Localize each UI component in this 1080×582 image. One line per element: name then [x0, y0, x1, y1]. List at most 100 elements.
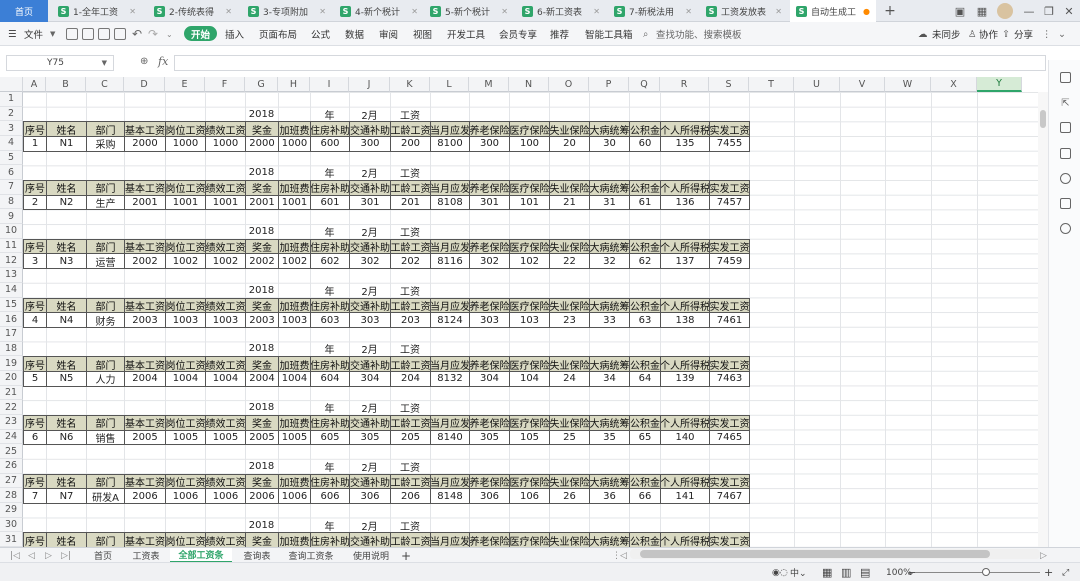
header-cell[interactable]: 当月应发	[430, 180, 470, 196]
data-cell[interactable]: 203	[390, 312, 431, 328]
row-header-10[interactable]: 10	[0, 224, 23, 239]
data-cell[interactable]: 303	[469, 312, 510, 328]
header-cell[interactable]: 个人所得税	[660, 121, 710, 138]
close-icon[interactable]: ✕	[593, 7, 600, 16]
apps-icon[interactable]: ▦	[972, 0, 992, 22]
data-cell[interactable]: 1005	[165, 429, 206, 446]
header-cell[interactable]: 大病统筹	[589, 414, 630, 431]
data-cell[interactable]: 605	[310, 429, 350, 446]
avatar[interactable]	[994, 0, 1016, 22]
block-title-cell[interactable]: 2018	[245, 107, 278, 122]
header-cell[interactable]: 序号	[23, 238, 47, 255]
block-title-cell[interactable]: 年	[310, 165, 349, 180]
data-cell[interactable]: 2005	[124, 429, 166, 446]
property-icon[interactable]	[1060, 122, 1071, 133]
header-cell[interactable]: 养老保险	[469, 180, 510, 196]
data-cell[interactable]: 300	[469, 136, 510, 152]
data-cell[interactable]: 34	[589, 370, 630, 387]
header-cell[interactable]: 序号	[23, 356, 47, 372]
eye-protect-icon[interactable]: ◉◌	[772, 563, 788, 582]
close-icon[interactable]: ✕	[411, 7, 418, 16]
menu-page-layout[interactable]: 页面布局	[259, 22, 297, 46]
header-cell[interactable]: 绩效工资	[205, 414, 246, 431]
input-method-icon[interactable]: 中⌄	[790, 563, 807, 582]
column-header-H[interactable]: H	[278, 77, 310, 92]
more-icon[interactable]: ⋮	[1042, 22, 1052, 46]
row-header-21[interactable]: 21	[0, 385, 23, 401]
data-cell[interactable]: 1001	[278, 194, 311, 211]
data-cell[interactable]: 136	[660, 194, 710, 211]
column-header-W[interactable]: W	[885, 77, 931, 92]
data-cell[interactable]: 304	[349, 370, 391, 387]
menu-member[interactable]: 会员专享	[499, 22, 537, 46]
data-cell[interactable]: 100	[509, 136, 550, 152]
data-cell[interactable]: 1002	[165, 253, 206, 270]
data-cell[interactable]: 1006	[278, 488, 311, 505]
data-cell[interactable]: 2	[23, 194, 47, 211]
column-header-S[interactable]: S	[709, 77, 749, 92]
column-header-U[interactable]: U	[794, 77, 840, 92]
header-cell[interactable]: 姓名	[46, 121, 87, 138]
row-header-26[interactable]: 26	[0, 459, 23, 474]
header-cell[interactable]: 当月应发	[430, 356, 470, 372]
data-cell[interactable]: 7463	[709, 370, 750, 387]
header-cell[interactable]: 失业保险	[549, 297, 590, 314]
data-cell[interactable]: 1001	[165, 194, 206, 211]
chevron-down-icon[interactable]: ▼	[50, 22, 55, 46]
data-cell[interactable]: 1004	[205, 370, 246, 387]
select-icon[interactable]	[1060, 72, 1071, 83]
data-cell[interactable]: 运营	[86, 253, 125, 270]
header-cell[interactable]: 工龄工资	[390, 414, 431, 431]
row-header-17[interactable]: 17	[0, 326, 23, 342]
row-header-4[interactable]: 4	[0, 136, 23, 151]
zoom-slider[interactable]	[915, 572, 1040, 573]
data-cell[interactable]: 204	[390, 370, 431, 387]
header-cell[interactable]: 医疗保险	[509, 238, 550, 255]
row-header-1[interactable]: 1	[0, 92, 23, 107]
row-header-16[interactable]: 16	[0, 312, 23, 327]
data-cell[interactable]: 1000	[205, 136, 246, 152]
header-cell[interactable]: 医疗保险	[509, 473, 550, 490]
header-cell[interactable]: 个人所得税	[660, 532, 710, 549]
header-cell[interactable]: 大病统筹	[589, 532, 630, 549]
header-cell[interactable]: 序号	[23, 121, 47, 138]
collapse-ribbon-icon[interactable]: ⌄	[1058, 22, 1066, 46]
row-header-23[interactable]: 23	[0, 414, 23, 430]
header-cell[interactable]: 岗位工资	[165, 356, 206, 372]
data-cell[interactable]: 139	[660, 370, 710, 387]
first-sheet-icon[interactable]: |◁	[10, 548, 20, 563]
header-cell[interactable]: 姓名	[46, 414, 87, 431]
header-cell[interactable]: 工龄工资	[390, 473, 431, 490]
data-cell[interactable]: 2000	[245, 136, 279, 152]
data-cell[interactable]: 30	[589, 136, 630, 152]
data-cell[interactable]: 106	[509, 488, 550, 505]
header-cell[interactable]: 养老保险	[469, 532, 510, 549]
header-cell[interactable]: 住房补助	[310, 121, 350, 138]
header-cell[interactable]: 公积金	[629, 297, 661, 314]
zoom-icon[interactable]: ⊕	[140, 56, 148, 67]
data-cell[interactable]: 603	[310, 312, 350, 328]
data-cell[interactable]: 306	[349, 488, 391, 505]
sheet-tab-query[interactable]: 查询表	[234, 548, 280, 563]
header-cell[interactable]: 当月应发	[430, 414, 470, 431]
format-icon[interactable]	[1060, 148, 1071, 159]
column-header-T[interactable]: T	[749, 77, 794, 92]
menu-insert[interactable]: 插入	[225, 22, 244, 46]
data-cell[interactable]: 2005	[245, 429, 279, 446]
block-title-cell[interactable]: 工资	[390, 459, 430, 474]
data-cell[interactable]: 20	[549, 136, 590, 152]
data-cell[interactable]: 103	[509, 312, 550, 328]
header-cell[interactable]: 工龄工资	[390, 238, 431, 255]
header-cell[interactable]: 公积金	[629, 180, 661, 196]
block-title-cell[interactable]: 2018	[245, 224, 278, 239]
data-cell[interactable]: 60	[629, 136, 661, 152]
header-cell[interactable]: 住房补助	[310, 473, 350, 490]
row-header-24[interactable]: 24	[0, 429, 23, 445]
data-cell[interactable]: 24	[549, 370, 590, 387]
data-cell[interactable]: 202	[390, 253, 431, 270]
row-header-28[interactable]: 28	[0, 488, 23, 504]
header-cell[interactable]: 失业保险	[549, 473, 590, 490]
header-cell[interactable]: 工龄工资	[390, 121, 431, 138]
normal-view-icon[interactable]: ▦	[822, 563, 832, 582]
header-cell[interactable]: 实发工资	[709, 532, 750, 549]
